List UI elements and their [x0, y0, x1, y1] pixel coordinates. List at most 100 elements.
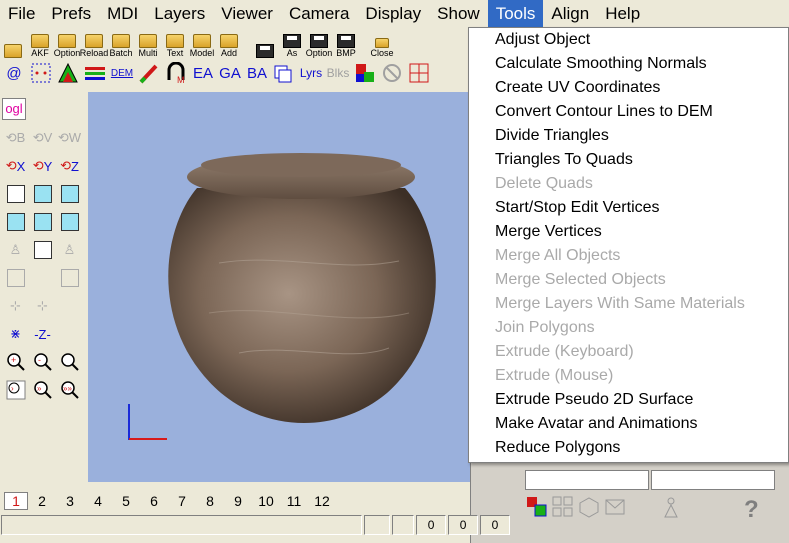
- panel-field[interactable]: [525, 470, 649, 490]
- open-button[interactable]: [0, 28, 26, 58]
- zoom-all-icon[interactable]: »: [29, 376, 56, 404]
- move-gizmo-icon[interactable]: ⊹: [29, 292, 56, 320]
- zoom-fit-icon[interactable]: ›: [2, 376, 29, 404]
- tools-menu-item[interactable]: Extrude Pseudo 2D Surface: [469, 388, 788, 412]
- figure-icon[interactable]: ♙: [2, 236, 29, 264]
- cube-view-icon[interactable]: [56, 180, 83, 208]
- menu-prefs[interactable]: Prefs: [43, 0, 99, 27]
- menu-file[interactable]: File: [0, 0, 43, 27]
- menu-show[interactable]: Show: [429, 0, 488, 27]
- tools-menu-item[interactable]: Calculate Smoothing Normals: [469, 52, 788, 76]
- save-button[interactable]: [252, 28, 278, 58]
- tools-menu-item[interactable]: Merge Vertices: [469, 220, 788, 244]
- ga-button[interactable]: GA: [218, 61, 242, 85]
- rotate-w-icon[interactable]: ⟲W: [56, 124, 83, 152]
- menu-tools[interactable]: Tools: [487, 0, 544, 27]
- color-square-icon[interactable]: [526, 496, 548, 518]
- menu-align[interactable]: Align: [543, 0, 597, 27]
- layer-tab-9[interactable]: 9: [224, 493, 252, 509]
- grid-icon[interactable]: [407, 61, 431, 85]
- save-option-button[interactable]: Option: [306, 28, 332, 58]
- lyrs-button[interactable]: Lyrs: [299, 61, 323, 85]
- layer-tab-5[interactable]: 5: [112, 493, 140, 509]
- zoom-icon[interactable]: [56, 348, 83, 376]
- save-bmp-button[interactable]: BMP: [333, 28, 359, 58]
- layer-tab-2[interactable]: 2: [28, 493, 56, 509]
- move-gizmo-icon[interactable]: ⊹: [2, 292, 29, 320]
- tools-menu-item[interactable]: Make Avatar and Animations: [469, 412, 788, 436]
- tools-menu-item[interactable]: Create UV Coordinates: [469, 76, 788, 100]
- layer-tab-10[interactable]: 10: [252, 493, 280, 509]
- 3d-viewport[interactable]: [88, 92, 470, 482]
- reload-button[interactable]: Reload: [80, 28, 108, 58]
- text-button[interactable]: Text: [162, 28, 188, 58]
- layer-tab-8[interactable]: 8: [196, 493, 224, 509]
- close-button[interactable]: Close: [369, 28, 395, 58]
- menu-layers[interactable]: Layers: [146, 0, 213, 27]
- menu-viewer[interactable]: Viewer: [213, 0, 281, 27]
- ogl-button[interactable]: ogl: [2, 98, 26, 120]
- grid-small-icon[interactable]: [552, 496, 574, 518]
- move-cube-icon[interactable]: [2, 180, 29, 208]
- cube-outline-icon[interactable]: [578, 496, 600, 518]
- figure-icon[interactable]: [660, 496, 682, 518]
- magnet-icon[interactable]: M: [164, 61, 188, 85]
- panel-field[interactable]: [651, 470, 775, 490]
- layer-tab-6[interactable]: 6: [140, 493, 168, 509]
- menu-camera[interactable]: Camera: [281, 0, 357, 27]
- layer-tab-1[interactable]: 1: [4, 492, 28, 510]
- layer-tab-7[interactable]: 7: [168, 493, 196, 509]
- model-button[interactable]: Model: [189, 28, 215, 58]
- layer-tab-12[interactable]: 12: [308, 493, 336, 509]
- ba-button[interactable]: BA: [245, 61, 269, 85]
- no-entry-icon[interactable]: [380, 61, 404, 85]
- tools-menu-item[interactable]: Reduce Polygons: [469, 436, 788, 460]
- open-option-button[interactable]: Option: [54, 28, 80, 58]
- zoom-out-icon[interactable]: -: [29, 348, 56, 376]
- open-akf-button[interactable]: AKF: [27, 28, 53, 58]
- at-button[interactable]: @: [2, 61, 26, 85]
- envelope-icon[interactable]: [604, 496, 626, 518]
- color-triangles-icon[interactable]: [56, 61, 80, 85]
- tools-menu-item[interactable]: Adjust Object: [469, 28, 788, 52]
- tools-menu-item[interactable]: Start/Stop Edit Vertices: [469, 196, 788, 220]
- blks-button[interactable]: Blks: [326, 61, 350, 85]
- layers-stack-icon[interactable]: [272, 61, 296, 85]
- add-button[interactable]: Add: [216, 28, 242, 58]
- multi-button[interactable]: Multi: [135, 28, 161, 58]
- scale-icon[interactable]: [2, 264, 29, 292]
- pencil-icon[interactable]: [137, 61, 161, 85]
- cube-front-icon[interactable]: [2, 208, 29, 236]
- select-box-icon[interactable]: [29, 61, 53, 85]
- scale-icon[interactable]: [56, 264, 83, 292]
- cube-top-icon[interactable]: [56, 208, 83, 236]
- rotate-y-icon[interactable]: ⟲ Y: [29, 152, 56, 180]
- menu-display[interactable]: Display: [357, 0, 429, 27]
- tools-menu-item[interactable]: Divide Triangles: [469, 124, 788, 148]
- batch-button[interactable]: Batch: [108, 28, 134, 58]
- color-lines-icon[interactable]: [83, 61, 107, 85]
- color-square-icon[interactable]: [353, 61, 377, 85]
- rotate-b-icon[interactable]: ⟲B: [2, 124, 29, 152]
- menu-help[interactable]: Help: [597, 0, 648, 27]
- ea-button[interactable]: EA: [191, 61, 215, 85]
- zoom-in-icon[interactable]: +: [2, 348, 29, 376]
- menu-mdi[interactable]: MDI: [99, 0, 146, 27]
- z-scale-icon[interactable]: -Z-: [29, 320, 56, 348]
- help-icon[interactable]: ?: [744, 496, 759, 524]
- cube-side-icon[interactable]: [29, 208, 56, 236]
- save-as-button[interactable]: As: [279, 28, 305, 58]
- rotate-z-icon[interactable]: ⟲ Z: [56, 152, 83, 180]
- tools-menu-item[interactable]: Triangles To Quads: [469, 148, 788, 172]
- rotate-x-icon[interactable]: ⟲ X: [2, 152, 29, 180]
- layer-tab-3[interactable]: 3: [56, 493, 84, 509]
- rotate-v-icon[interactable]: ⟲V: [29, 124, 56, 152]
- zoom-extents-icon[interactable]: »»: [56, 376, 83, 404]
- figure-icon[interactable]: ♙: [56, 236, 83, 264]
- layer-tab-11[interactable]: 11: [280, 493, 308, 509]
- x-scale-icon[interactable]: ⋇: [2, 320, 29, 348]
- dem-button[interactable]: DEM: [110, 61, 134, 85]
- cube-view-icon[interactable]: [29, 180, 56, 208]
- tools-menu-item[interactable]: Convert Contour Lines to DEM: [469, 100, 788, 124]
- layer-tab-4[interactable]: 4: [84, 493, 112, 509]
